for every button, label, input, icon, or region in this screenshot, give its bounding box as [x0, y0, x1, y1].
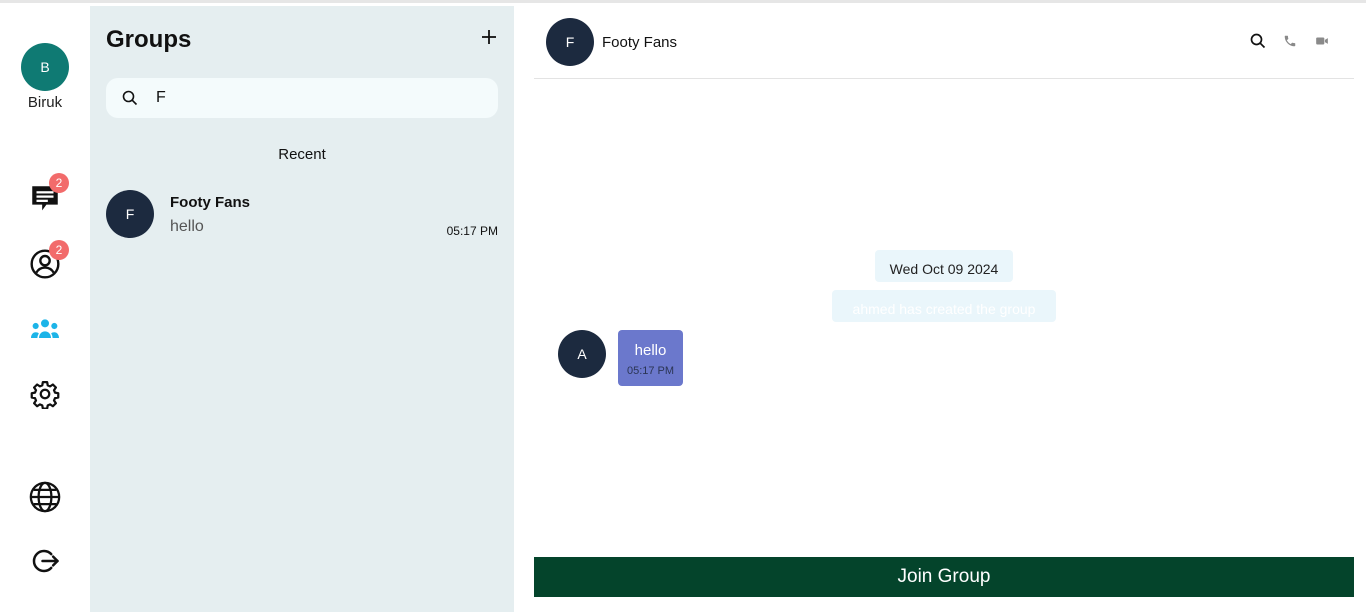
groups-panel: Groups Recent F Footy Fans hello 05:17 P… — [90, 6, 514, 612]
video-call-button[interactable] — [1313, 32, 1331, 50]
chats-badge: 2 — [49, 173, 69, 193]
chat-panel: F Footy Fans Wed Oct 09 2024 ahmed has c… — [514, 6, 1366, 612]
groups-title: Groups — [106, 26, 192, 53]
user-name: Biruk — [27, 94, 63, 111]
chat-header: F Footy Fans — [534, 6, 1354, 79]
system-message: ahmed has created the group — [832, 290, 1056, 322]
search-icon — [122, 90, 138, 106]
group-avatar-initial: F — [125, 206, 135, 222]
group-name: Footy Fans — [170, 194, 251, 211]
app-window: B Biruk 2 2 Groups F Recent F Footy Fans… — [0, 0, 1366, 612]
logout-icon — [32, 549, 59, 573]
message-text: hello — [634, 342, 667, 359]
contacts-badge: 2 — [49, 240, 69, 260]
recent-label: Recent — [278, 146, 326, 163]
settings-icon — [30, 381, 60, 409]
message-sender-avatar[interactable]: A — [558, 330, 606, 378]
group-search — [106, 78, 498, 118]
nav-rail: B Biruk 2 2 — [0, 6, 90, 612]
video-icon — [1316, 37, 1328, 45]
nav-settings[interactable] — [27, 376, 63, 412]
date-separator: Wed Oct 09 2024 — [875, 250, 1013, 282]
nav-contacts[interactable]: 2 — [27, 240, 69, 282]
message-sender-initial: A — [577, 346, 587, 362]
group-avatar: F — [106, 190, 154, 238]
message-time: 05:17 PM — [626, 365, 675, 377]
search-icon — [1250, 33, 1266, 49]
phone-icon — [1284, 35, 1296, 47]
group-last-message: hello — [170, 218, 204, 235]
message-bubble: hello 05:17 PM — [618, 330, 683, 386]
voice-call-button[interactable] — [1281, 32, 1299, 50]
join-group-button[interactable]: Join Group — [534, 557, 1354, 597]
group-last-time: 05:17 PM — [446, 224, 498, 238]
chat-avatar-initial: F — [565, 34, 575, 50]
add-group-button[interactable] — [478, 26, 500, 48]
search-input[interactable] — [156, 86, 476, 110]
globe-icon — [29, 481, 61, 513]
plus-icon — [482, 30, 496, 44]
user-avatar[interactable]: B — [21, 43, 69, 91]
chat-search-button[interactable] — [1249, 32, 1267, 50]
nav-groups[interactable] — [27, 312, 63, 348]
nav-language[interactable] — [27, 479, 63, 515]
chat-avatar[interactable]: F — [546, 18, 594, 66]
nav-logout[interactable] — [27, 543, 63, 579]
groups-icon — [31, 319, 59, 338]
group-list-item[interactable]: F Footy Fans hello 05:17 PM — [106, 190, 498, 242]
user-avatar-initial: B — [40, 59, 50, 75]
chat-title: Footy Fans — [602, 34, 678, 51]
nav-chats[interactable]: 2 — [27, 173, 69, 217]
